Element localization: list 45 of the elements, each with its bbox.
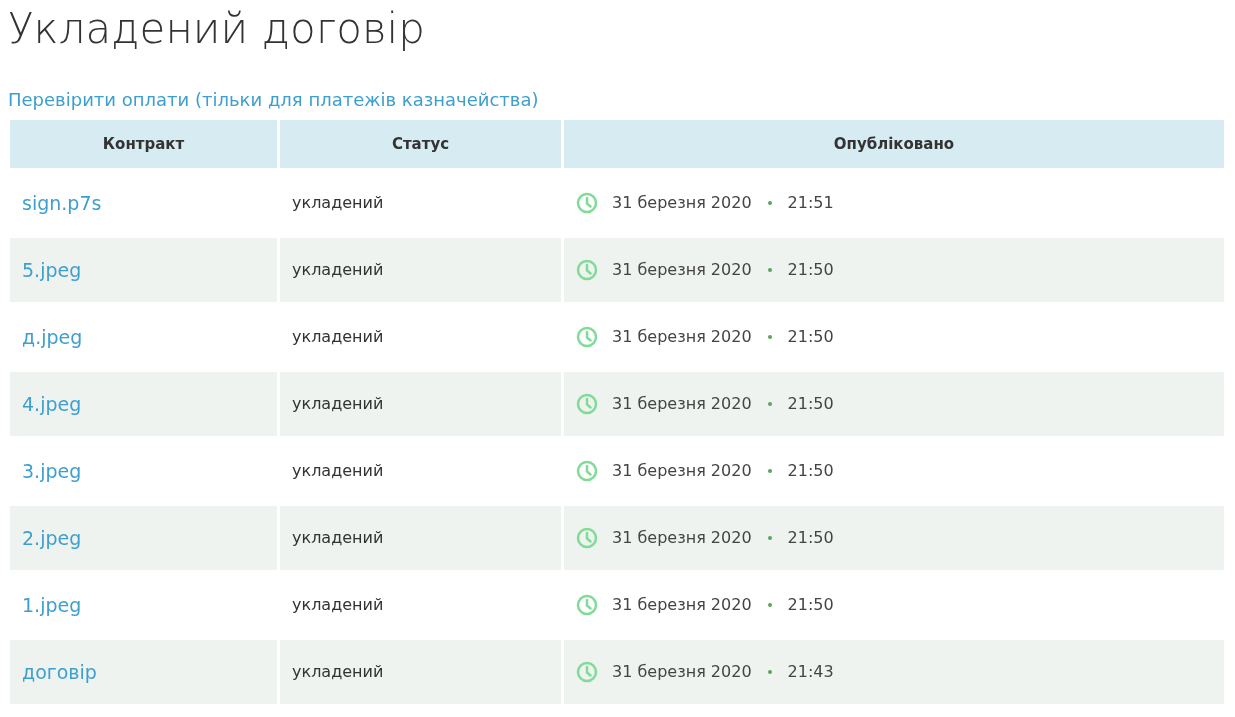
clock-icon <box>576 259 598 281</box>
file-link[interactable]: 1.jpeg <box>22 593 82 616</box>
status-text: укладений <box>292 394 384 413</box>
file-link[interactable]: 2.jpeg <box>22 526 82 549</box>
time-text: 21:50 <box>787 527 834 549</box>
date-text: 31 березня 2020 <box>612 393 752 415</box>
date-text: 31 березня 2020 <box>612 594 752 616</box>
time-text: 21:50 <box>787 326 834 348</box>
status-text: укладений <box>292 528 384 547</box>
date-text: 31 березня 2020 <box>612 259 752 281</box>
column-header: Контракт <box>10 120 277 168</box>
check-payments-link[interactable]: Перевірити оплати (тільки для платежів казначейства) <box>8 89 539 110</box>
status-text: укладений <box>292 595 384 614</box>
status-text: укладений <box>292 327 384 346</box>
date-text: 31 березня 2020 <box>612 326 752 348</box>
date-text: 31 березня 2020 <box>612 192 752 214</box>
date-text: 31 березня 2020 <box>612 661 752 683</box>
clock-icon <box>576 192 598 214</box>
time-text: 21:50 <box>787 393 834 415</box>
time-text: 21:50 <box>787 259 834 281</box>
time-text: 21:50 <box>787 460 834 482</box>
clock-icon <box>576 527 598 549</box>
file-link[interactable]: 4.jpeg <box>22 392 82 415</box>
file-link[interactable]: д.jpeg <box>22 325 83 348</box>
clock-icon <box>576 594 598 616</box>
date-text: 31 березня 2020 <box>612 460 752 482</box>
file-link[interactable]: sign.p7s <box>22 191 102 214</box>
time-text: 21:50 <box>787 594 834 616</box>
page-title: Укладений договір <box>8 3 425 50</box>
file-link[interactable]: 3.jpeg <box>22 459 82 482</box>
clock-icon <box>576 326 598 348</box>
date-text: 31 березня 2020 <box>612 527 752 549</box>
clock-icon <box>576 661 598 683</box>
clock-icon <box>576 393 598 415</box>
time-text: 21:51 <box>787 192 834 214</box>
status-text: укладений <box>292 461 384 480</box>
column-header: Статус <box>280 120 561 168</box>
time-text: 21:43 <box>787 661 834 683</box>
status-text: укладений <box>292 260 384 279</box>
column-header: Опубліковано <box>564 120 1224 168</box>
status-text: укладений <box>292 193 384 212</box>
clock-icon <box>576 460 598 482</box>
file-link[interactable]: договір <box>22 660 97 683</box>
file-link[interactable]: 5.jpeg <box>22 258 82 281</box>
status-text: укладений <box>292 662 384 681</box>
